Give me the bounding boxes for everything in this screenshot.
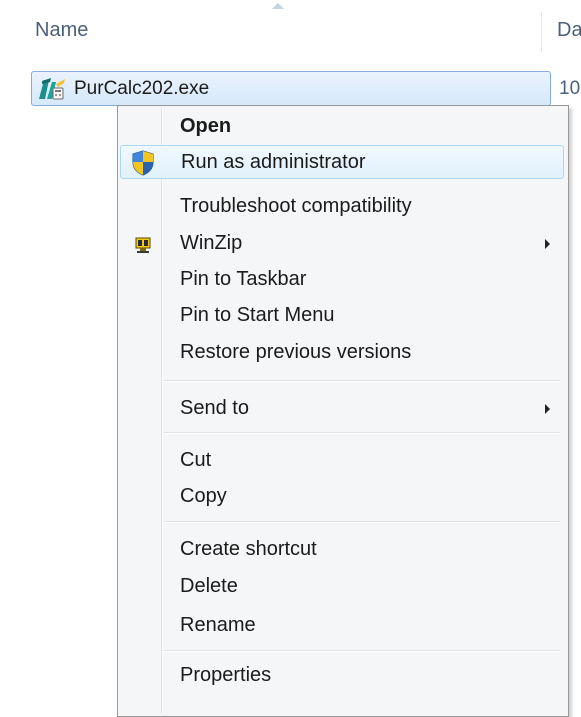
- menu-item-run-as-administrator[interactable]: Run as administrator: [120, 145, 564, 179]
- menu-item-label: Send to: [180, 397, 249, 419]
- winzip-icon: [135, 237, 151, 253]
- menu-item-open[interactable]: Open: [120, 110, 564, 144]
- menu-item-pin-to-start-menu[interactable]: Pin to Start Menu: [120, 299, 564, 333]
- menu-item-label: Open: [180, 115, 232, 137]
- column-divider[interactable]: [541, 12, 542, 52]
- menu-item-label: Create shortcut: [180, 538, 317, 560]
- menu-item-label: Pin to Taskbar: [180, 268, 307, 290]
- menu-item-label: Restore previous versions: [180, 341, 412, 363]
- menu-item-properties[interactable]: Properties: [120, 659, 564, 693]
- menu-separator: [164, 521, 560, 523]
- file-date-modified: 10: [559, 78, 581, 99]
- menu-item-create-shortcut[interactable]: Create shortcut: [120, 533, 564, 567]
- submenu-arrow-icon: [545, 239, 550, 249]
- menu-item-delete[interactable]: Delete: [120, 570, 564, 604]
- menu-item-send-to[interactable]: Send to: [120, 392, 564, 426]
- file-name[interactable]: PurCalc202.exe: [74, 78, 209, 100]
- menu-item-pin-to-taskbar[interactable]: Pin to Taskbar: [120, 263, 564, 297]
- menu-item-label: Copy: [180, 485, 227, 507]
- purcalc-app-icon: [39, 78, 65, 100]
- menu-item-rename[interactable]: Rename: [120, 609, 564, 643]
- menu-item-troubleshoot-compatibility[interactable]: Troubleshoot compatibility: [120, 190, 564, 224]
- menu-item-copy[interactable]: Copy: [120, 480, 564, 514]
- context-menu: Open Run as administrator Troubleshoot c…: [117, 105, 569, 717]
- menu-item-label: Properties: [180, 664, 272, 686]
- menu-item-label: Troubleshoot compatibility: [180, 195, 412, 217]
- sort-indicator-icon: [272, 3, 284, 9]
- column-header-date[interactable]: Da: [557, 19, 581, 42]
- menu-separator: [164, 380, 560, 382]
- column-header-name[interactable]: Name: [35, 19, 88, 42]
- menu-item-label: Delete: [180, 575, 238, 597]
- menu-item-label: Run as administrator: [181, 151, 366, 173]
- column-header-bar: Name Da: [0, 0, 581, 64]
- menu-item-restore-previous-versions[interactable]: Restore previous versions: [120, 336, 564, 370]
- menu-item-cut[interactable]: Cut: [120, 444, 564, 478]
- menu-item-label: Cut: [180, 449, 212, 471]
- menu-item-winzip[interactable]: WinZip: [120, 227, 564, 261]
- menu-item-label: WinZip: [180, 232, 243, 254]
- submenu-arrow-icon: [545, 404, 550, 414]
- menu-item-label: Pin to Start Menu: [180, 304, 335, 326]
- file-row[interactable]: PurCalc202.exe 10: [31, 71, 580, 107]
- menu-separator: [164, 650, 560, 652]
- uac-shield-icon: [132, 150, 154, 176]
- menu-separator: [164, 432, 560, 434]
- menu-item-label: Rename: [180, 614, 256, 636]
